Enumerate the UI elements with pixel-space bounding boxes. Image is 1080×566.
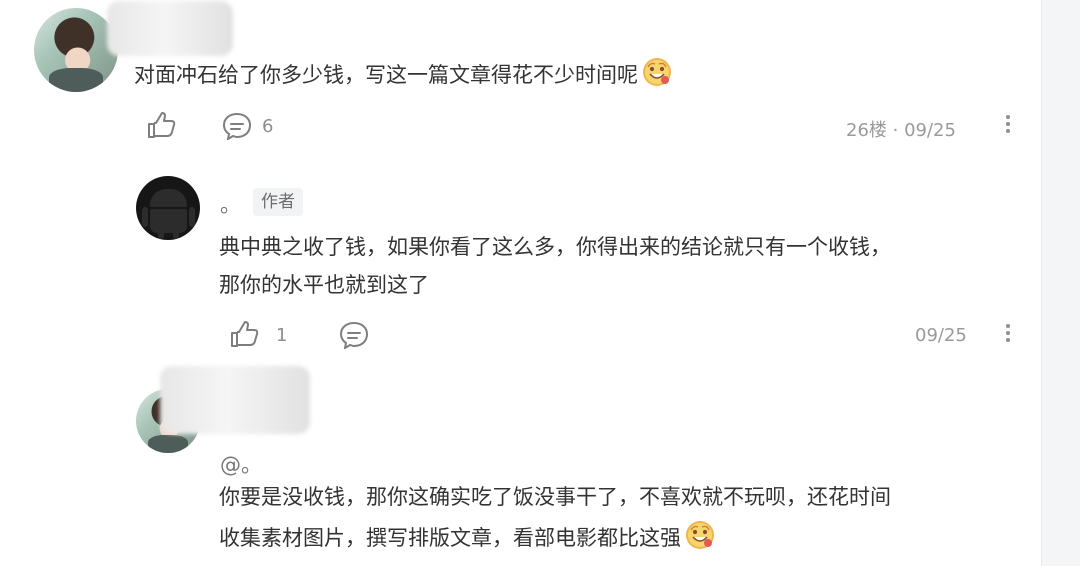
top-comment-floor-date: 26楼 · 09/25 — [846, 120, 956, 141]
android-right-leg — [173, 229, 179, 239]
top-comment-username-redacted — [107, 1, 233, 56]
more-vertical-icon[interactable] — [1006, 115, 1010, 133]
author-reply-date: 09/25 — [915, 325, 967, 346]
grinning-face-emoji-icon — [684, 519, 716, 551]
more-vertical-icon[interactable] — [1006, 324, 1010, 342]
comment-icon[interactable] — [338, 320, 370, 350]
author-username[interactable]: 。 — [220, 189, 241, 219]
android-head — [150, 189, 187, 207]
author-badge: 作者 — [253, 188, 303, 216]
user-reply-line-1: 你要是没收钱，那你这确实吃了饭没事干了，不喜欢就不玩呗，还花时间 — [219, 485, 891, 509]
top-comment-avatar[interactable] — [34, 8, 118, 92]
top-comment-text: 对面冲石给了你多少钱，写这一篇文章得花不少时间呢 — [134, 53, 673, 97]
android-left-arm — [142, 207, 148, 227]
user-reply-line-2-text: 收集素材图片，撰写排版文章，看部电影都比这强 — [219, 526, 681, 550]
comment-icon[interactable] — [221, 111, 253, 141]
android-body — [150, 209, 187, 233]
android-left-leg — [158, 229, 164, 239]
author-reply-like-count: 1 — [276, 325, 288, 346]
user-reply-username-redacted — [160, 366, 310, 434]
top-comment-reply-count: 6 — [262, 116, 274, 137]
author-avatar[interactable] — [136, 176, 200, 240]
top-comment-body: 对面冲石给了你多少钱，写这一篇文章得花不少时间呢 — [134, 63, 638, 87]
thumbs-up-icon[interactable] — [228, 320, 260, 350]
android-right-arm — [189, 207, 195, 227]
author-reply-line-2: 那你的水平也就到这了 — [219, 273, 429, 297]
grinning-face-emoji-icon — [641, 56, 673, 88]
scroll-area-edge — [1041, 0, 1080, 566]
thumbs-up-icon[interactable] — [145, 111, 177, 141]
user-reply-line-2: 收集素材图片，撰写排版文章，看部电影都比这强 — [219, 516, 716, 560]
